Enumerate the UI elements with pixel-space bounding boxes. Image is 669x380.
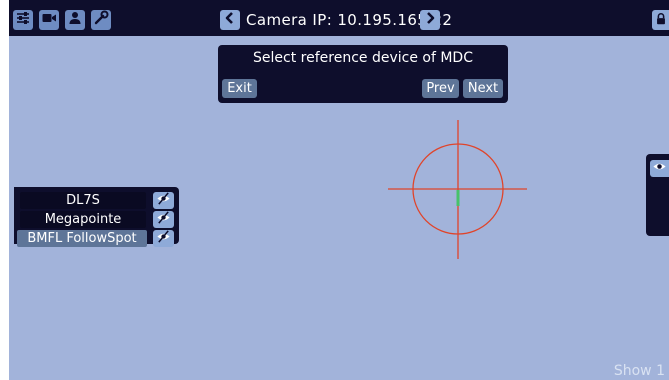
mdc-instruction: Select reference device of MDC [253, 50, 473, 66]
device-list-panel: DL7S Megapointe BMFL FollowSpot [14, 187, 179, 247]
tools-button[interactable] [91, 10, 111, 30]
camera-icon [41, 10, 57, 30]
right-side-panel [646, 154, 669, 236]
next-button[interactable]: Next [463, 79, 503, 98]
eye-off-icon [156, 229, 171, 248]
visibility-toggle[interactable] [650, 160, 669, 177]
eye-off-icon [156, 210, 171, 229]
window-left-frame [0, 0, 9, 380]
exit-button[interactable]: Exit [222, 79, 257, 98]
device-visibility-toggle[interactable] [153, 230, 174, 247]
show-label: Show 1 [613, 363, 665, 379]
lock-icon [654, 11, 668, 30]
settings-button[interactable] [13, 10, 33, 30]
prev-button[interactable]: Prev [422, 79, 459, 98]
camera-button[interactable] [39, 10, 59, 30]
lock-button[interactable] [652, 10, 669, 30]
user-icon [67, 10, 83, 30]
device-visibility-toggle[interactable] [153, 192, 174, 209]
user-button[interactable] [65, 10, 85, 30]
mdc-reference-panel: Select reference device of MDC Exit Prev… [218, 45, 508, 103]
position-marker [456, 190, 460, 206]
top-toolbar: Camera IP: 10.195.165.22 [9, 0, 669, 36]
device-item-megapointe[interactable]: Megapointe [20, 211, 146, 228]
sliders-icon [15, 10, 31, 30]
crosshair-reticle [388, 120, 527, 259]
device-item-dl7s[interactable]: DL7S [20, 192, 146, 209]
eye-icon [652, 159, 667, 178]
chevron-left-icon [222, 10, 238, 30]
chevron-right-icon [422, 10, 438, 30]
eye-off-icon [156, 191, 171, 210]
next-camera-button[interactable] [420, 10, 440, 30]
wrench-icon [93, 10, 109, 30]
previous-camera-button[interactable] [220, 10, 240, 30]
device-visibility-toggle[interactable] [153, 211, 174, 228]
device-item-bmfl-followspot[interactable]: BMFL FollowSpot [17, 230, 147, 247]
